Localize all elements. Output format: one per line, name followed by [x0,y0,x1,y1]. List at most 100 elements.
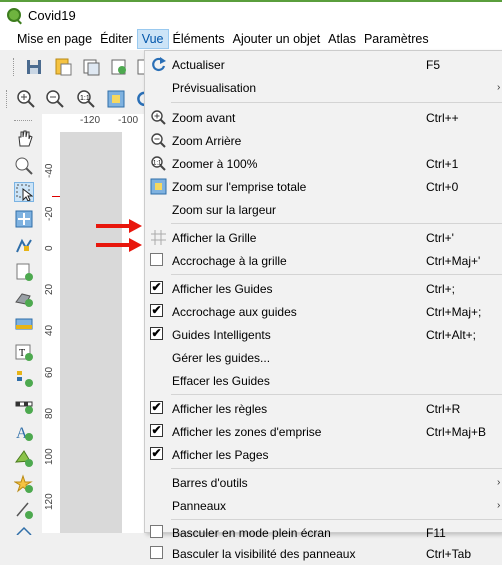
menu-item-zoom-emprise-totale[interactable]: Zoom sur l'emprise totale Ctrl+0 [145,175,502,198]
ruler-tick-label: -120 [80,115,101,126]
svg-text:T: T [19,348,25,359]
checkbox-checked[interactable]: ✔ [150,304,163,317]
menu-item-label: Prévisualisation [172,80,257,95]
menu-item-label: Zoom avant [172,110,236,125]
menu-item-accrochage-grille[interactable]: Accrochage à la grille Ctrl+Maj+' [145,249,502,272]
pan-icon[interactable] [14,128,34,148]
menu-item-label: Barres d'outils [172,475,248,490]
save-icon[interactable] [24,57,44,77]
menu-item-visibilite-panneaux[interactable]: Basculer la visibilité des panneaux Ctrl… [145,542,502,565]
menu-item-shortcut: Ctrl+Tab [426,546,472,561]
menu-parametres[interactable]: Paramètres [360,29,433,49]
menu-elements[interactable]: Éléments [169,29,229,49]
menu-vue[interactable]: Vue [136,29,169,49]
add-polyline-icon[interactable] [14,500,34,520]
menu-item-afficher-guides[interactable]: ✔ Afficher les Guides Ctrl+; [145,277,502,300]
checkbox-unchecked[interactable] [150,525,163,538]
menu-item-shortcut: Ctrl+Maj+B [426,424,487,439]
checkbox-checked[interactable]: ✔ [150,281,163,294]
submenu-arrow-icon: › [497,477,501,488]
select-tool-icon[interactable] [14,182,34,202]
ruler-tick-label: -100 [118,115,139,126]
menu-item-shortcut: Ctrl++ [426,110,459,125]
menu-item-label: Gérer les guides... [172,350,271,365]
add-page-icon[interactable] [14,262,34,282]
checkbox-checked[interactable]: ✔ [150,447,163,460]
menu-item-barres-outils[interactable]: Barres d'outils › [145,471,502,494]
menu-item-shortcut: F5 [426,57,441,72]
menu-item-shortcut: Ctrl+0 [426,179,459,194]
menu-separator [171,394,502,395]
menu-item-afficher-grille[interactable]: Afficher la Grille Ctrl+' [145,226,502,249]
menu-item-zoom-avant[interactable]: Zoom avant Ctrl++ [145,106,502,129]
new-layout-icon[interactable] [53,57,73,77]
zoom-in-icon[interactable] [16,89,36,109]
zoom-actual-icon[interactable]: 1:1 [76,89,96,109]
window-title: Covid19 [28,7,76,23]
move-content-icon[interactable] [14,209,34,229]
menu-item-panneaux[interactable]: Panneaux › [145,494,502,517]
menu-item-effacer-guides[interactable]: Effacer les Guides [145,369,502,392]
ruler-tick-label: -20 [44,206,55,221]
add-marker-icon[interactable] [13,474,34,494]
menu-item-previsualisation[interactable]: Prévisualisation › [145,76,502,99]
checkbox-checked[interactable]: ✔ [150,327,163,340]
title-bar: Covid19 [0,0,502,28]
menu-item-gerer-guides[interactable]: Gérer les guides... [145,346,502,369]
menu-editer[interactable]: Éditer [96,29,137,49]
menu-item-actualiser[interactable]: Actualiser F5 [145,53,502,76]
ruler-tick-label: 80 [44,407,55,419]
menu-item-label: Afficher les Guides [172,281,273,296]
menu-item-label: Afficher les zones d'emprise [172,424,322,439]
add-text-icon[interactable]: T [14,342,34,362]
menu-item-accrochage-guides[interactable]: ✔ Accrochage aux guides Ctrl+Maj+; [145,300,502,323]
svg-text:1:1: 1:1 [153,161,162,167]
checkbox-unchecked[interactable] [150,253,163,266]
menu-item-label: Actualiser [172,57,225,72]
menu-item-label: Zoom sur la largeur [172,202,277,217]
ruler-tick-label: 0 [44,245,55,251]
menu-item-shortcut: Ctrl+Maj+' [426,253,481,268]
menu-item-afficher-regles[interactable]: ✔ Afficher les règles Ctrl+R [145,397,502,420]
menu-atlas[interactable]: Atlas [324,29,360,49]
add-legend-icon[interactable] [14,368,34,388]
zoom-actual-icon: 1:1 [150,155,167,172]
menu-item-zoom-arriere[interactable]: Zoom Arrière [145,129,502,152]
add-north-arrow-icon[interactable]: A [14,422,34,442]
menu-bar: Mise en page Éditer Vue Éléments Ajouter… [0,28,502,50]
ruler-tick-label: 60 [44,366,55,378]
menu-separator [171,468,502,469]
menu-item-guides-intelligents[interactable]: ✔ Guides Intelligents Ctrl+Alt+; [145,323,502,346]
zoom-full-icon[interactable] [106,89,126,109]
layout-manager-icon[interactable] [109,57,129,77]
tools-toolbar: T A [0,114,42,536]
menu-item-label: Afficher les règles [172,401,268,416]
menu-item-label: Accrochage à la grille [172,253,287,268]
menu-item-afficher-pages[interactable]: ✔ Afficher les Pages [145,443,502,466]
add-polygon-icon[interactable] [14,524,34,544]
checkbox-checked[interactable]: ✔ [150,401,163,414]
menu-item-shortcut: Ctrl+Alt+; [426,327,477,342]
zoom-out-icon[interactable] [45,89,65,109]
add-scalebar-icon[interactable] [14,395,34,415]
qgis-logo-icon [7,8,21,22]
add-3d-map-icon[interactable] [14,288,34,308]
zoom-tool-icon[interactable] [14,156,34,176]
menu-item-shortcut: Ctrl+R [426,401,461,416]
ruler-tick-label: 120 [44,493,55,510]
menu-ajouter-objet[interactable]: Ajouter un objet [229,29,325,49]
menu-item-shortcut: Ctrl+1 [426,156,459,171]
menu-item-zoom-largeur[interactable]: Zoom sur la largeur [145,198,502,221]
add-map-icon[interactable] [14,314,34,334]
vertical-ruler[interactable]: -40 -20 0 20 40 60 80 100 120 [42,114,61,533]
menu-item-zoomer-100[interactable]: 1:1 Zoomer à 100% Ctrl+1 [145,152,502,175]
checkbox-unchecked[interactable] [150,546,163,559]
duplicate-layout-icon[interactable] [81,57,101,77]
add-shape-icon[interactable] [14,448,34,468]
edit-nodes-icon[interactable] [14,236,34,256]
menu-mise-en-page[interactable]: Mise en page [13,29,96,49]
toolbar-grip [14,120,32,123]
menu-item-afficher-zones-emprise[interactable]: ✔ Afficher les zones d'emprise Ctrl+Maj+… [145,420,502,443]
menu-item-label: Zoom sur l'emprise totale [172,179,307,194]
checkbox-checked[interactable]: ✔ [150,424,163,437]
